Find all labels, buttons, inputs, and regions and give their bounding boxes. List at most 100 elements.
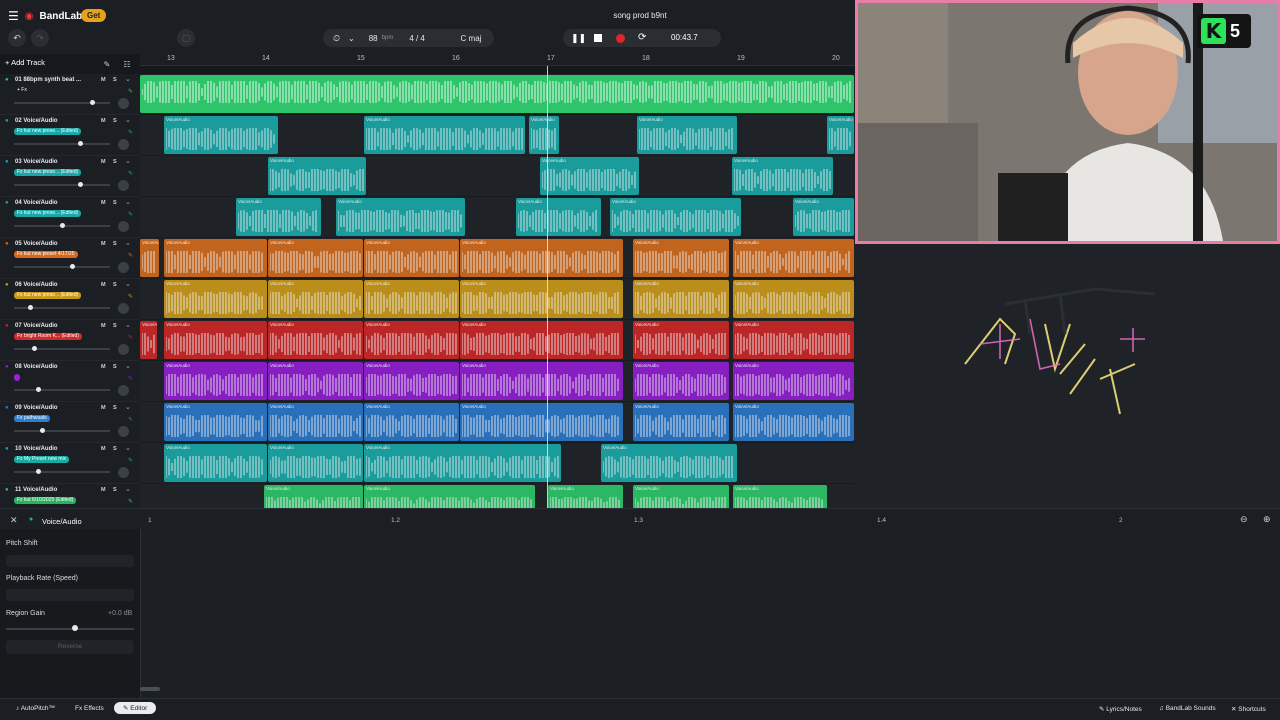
- solo-button[interactable]: S: [113, 487, 117, 493]
- menu-icon[interactable]: ☰: [8, 9, 19, 23]
- lyrics-notes-button[interactable]: ✎ Lyrics/Notes: [1099, 705, 1142, 713]
- record-arm-icon[interactable]: ●: [5, 282, 9, 288]
- record-arm-icon[interactable]: ●: [5, 446, 9, 452]
- chevron-down-icon[interactable]: ⌄: [125, 116, 131, 124]
- track-fx-tag[interactable]: Fx pathwaalo: [14, 415, 50, 422]
- track-header[interactable]: ● 04 Voice/Audio M S ⌄ Fx kut new prese.…: [0, 197, 140, 238]
- volume-slider[interactable]: [14, 305, 110, 310]
- track-name[interactable]: 06 Voice/Audio: [15, 282, 58, 288]
- solo-button[interactable]: S: [113, 159, 117, 165]
- audio-region[interactable]: Voice/Audio: [268, 362, 363, 400]
- audio-region[interactable]: Voice/Audio: [633, 280, 729, 318]
- audio-region[interactable]: Voice/Audio: [164, 321, 267, 359]
- audio-region[interactable]: Voice/Audio: [633, 321, 729, 359]
- undo-button[interactable]: ↶: [8, 29, 26, 47]
- mute-button[interactable]: M: [101, 241, 106, 247]
- solo-button[interactable]: S: [113, 241, 117, 247]
- volume-slider[interactable]: [14, 264, 110, 269]
- pause-icon[interactable]: ❚❚: [571, 33, 586, 44]
- playback-rate-field[interactable]: [6, 589, 134, 601]
- audio-region[interactable]: Voice/Audio: [633, 239, 729, 277]
- track-fx-tag[interactable]: + Fx: [14, 87, 30, 94]
- mute-button[interactable]: M: [101, 159, 106, 165]
- audio-region[interactable]: Voice/Audio: [460, 239, 623, 277]
- song-title[interactable]: song prod b9nt: [560, 11, 720, 20]
- region-gain-slider[interactable]: [6, 625, 134, 631]
- track-name[interactable]: 03 Voice/Audio: [15, 159, 58, 165]
- mute-button[interactable]: M: [101, 446, 106, 452]
- audio-region[interactable]: Voice/Audio: [264, 485, 363, 508]
- audio-region[interactable]: Voice/Audio: [364, 116, 525, 154]
- audio-region[interactable]: Voice/Audio: [633, 485, 729, 508]
- volume-knob[interactable]: [36, 387, 41, 392]
- track-header[interactable]: ● 10 Voice/Audio M S ⌄ Fx My Preset new …: [0, 443, 140, 484]
- audio-region[interactable]: Voice/Audio: [733, 239, 854, 277]
- track-header[interactable]: ● 01 88bpm synth beat ... M S ⌄ + Fx ✎: [0, 74, 140, 115]
- track-name[interactable]: 01 88bpm synth beat ...: [15, 77, 81, 83]
- audio-region[interactable]: Voice/Audio: [460, 321, 623, 359]
- mute-button[interactable]: M: [101, 200, 106, 206]
- track-fx-tag[interactable]: Fx kut new prese... (Edited): [14, 128, 82, 135]
- timeline-ruler[interactable]: 13 14 15 16 17 18 19 20: [140, 54, 855, 66]
- pan-knob[interactable]: [118, 262, 129, 273]
- audio-region[interactable]: Voice/Audio: [164, 403, 267, 441]
- mute-button[interactable]: M: [101, 77, 106, 83]
- track-header[interactable]: ● 06 Voice/Audio M S ⌄ Fx kut new prese.…: [0, 279, 140, 320]
- edit-fx-icon[interactable]: ✎: [128, 211, 133, 218]
- track-fx-tag[interactable]: [14, 374, 20, 381]
- track-header[interactable]: ● 02 Voice/Audio M S ⌄ Fx kut new prese.…: [0, 115, 140, 156]
- volume-slider[interactable]: [14, 182, 110, 187]
- record-arm-icon[interactable]: ●: [5, 487, 9, 493]
- solo-button[interactable]: S: [113, 364, 117, 370]
- track-name[interactable]: 11 Voice/Audio: [15, 487, 57, 493]
- edit-fx-icon[interactable]: ✎: [128, 498, 133, 505]
- volume-slider[interactable]: [14, 346, 110, 351]
- arrangement-view[interactable]: Voice/Audio Voice/Audio Voice/Audio Voice/A…: [140, 74, 855, 508]
- audio-region[interactable]: Voice/Audio: [793, 198, 854, 236]
- mute-button[interactable]: M: [101, 364, 106, 370]
- audio-region[interactable]: Voice/Audio: [460, 362, 623, 400]
- audio-region[interactable]: Voice/Audio: [601, 444, 737, 482]
- autopitch-button[interactable]: ♪ AutoPitch™: [16, 705, 55, 712]
- audio-region[interactable]: Voice/Audio: [516, 198, 601, 236]
- audio-region[interactable]: Voice/Audio: [140, 239, 159, 277]
- mute-button[interactable]: M: [101, 282, 106, 288]
- stop-icon[interactable]: [594, 34, 602, 42]
- chevron-down-icon[interactable]: ⌄: [125, 157, 131, 165]
- pan-knob[interactable]: [118, 221, 129, 232]
- chevron-down-icon[interactable]: ⌄: [125, 321, 131, 329]
- audio-region[interactable]: Voice/Audio: [164, 116, 278, 154]
- pan-knob[interactable]: [118, 98, 129, 109]
- audio-region[interactable]: Voice/Audio: [733, 280, 854, 318]
- mute-button[interactable]: M: [101, 323, 106, 329]
- audio-region[interactable]: Voice/Audio: [364, 239, 459, 277]
- record-arm-icon[interactable]: ●: [5, 77, 9, 83]
- bpm-value[interactable]: 88: [369, 34, 378, 43]
- volume-slider[interactable]: [14, 141, 110, 146]
- track-header[interactable]: ● 08 Voice/Audio M S ⌄ ✎: [0, 361, 140, 402]
- pan-knob[interactable]: [118, 344, 129, 355]
- track-name[interactable]: 02 Voice/Audio: [15, 118, 58, 124]
- volume-slider[interactable]: [14, 469, 110, 474]
- loop-icon[interactable]: ⟳: [638, 32, 646, 43]
- audio-region[interactable]: Voice/Audio: [548, 485, 623, 508]
- track-header[interactable]: ● 03 Voice/Audio M S ⌄ Fx kut new prese.…: [0, 156, 140, 197]
- record-arm-icon[interactable]: ●: [5, 241, 9, 247]
- add-track-button[interactable]: + Add Track: [5, 58, 45, 67]
- chevron-down-icon[interactable]: ⌄: [125, 239, 131, 247]
- audio-region[interactable]: Voice/Audio: [633, 403, 729, 441]
- audio-region[interactable]: Voice/Audio: [733, 362, 854, 400]
- audio-region[interactable]: Voice/Audio: [268, 403, 363, 441]
- mute-button[interactable]: M: [101, 118, 106, 124]
- volume-knob[interactable]: [32, 346, 37, 351]
- mute-button[interactable]: M: [101, 405, 106, 411]
- arrangement-view-extension[interactable]: [855, 244, 1280, 508]
- solo-button[interactable]: S: [113, 282, 117, 288]
- record-icon[interactable]: [616, 34, 625, 43]
- pan-knob[interactable]: [118, 139, 129, 150]
- track-fx-tag[interactable]: Fx kut 6/10/2025 (Edited): [14, 497, 77, 504]
- app-logo[interactable]: ☰ ◉ BandLab: [8, 9, 82, 23]
- solo-button[interactable]: S: [113, 200, 117, 206]
- audio-region[interactable]: Voice/Audio: [336, 198, 465, 236]
- shortcuts-button[interactable]: ✕ Shortcuts: [1231, 705, 1266, 713]
